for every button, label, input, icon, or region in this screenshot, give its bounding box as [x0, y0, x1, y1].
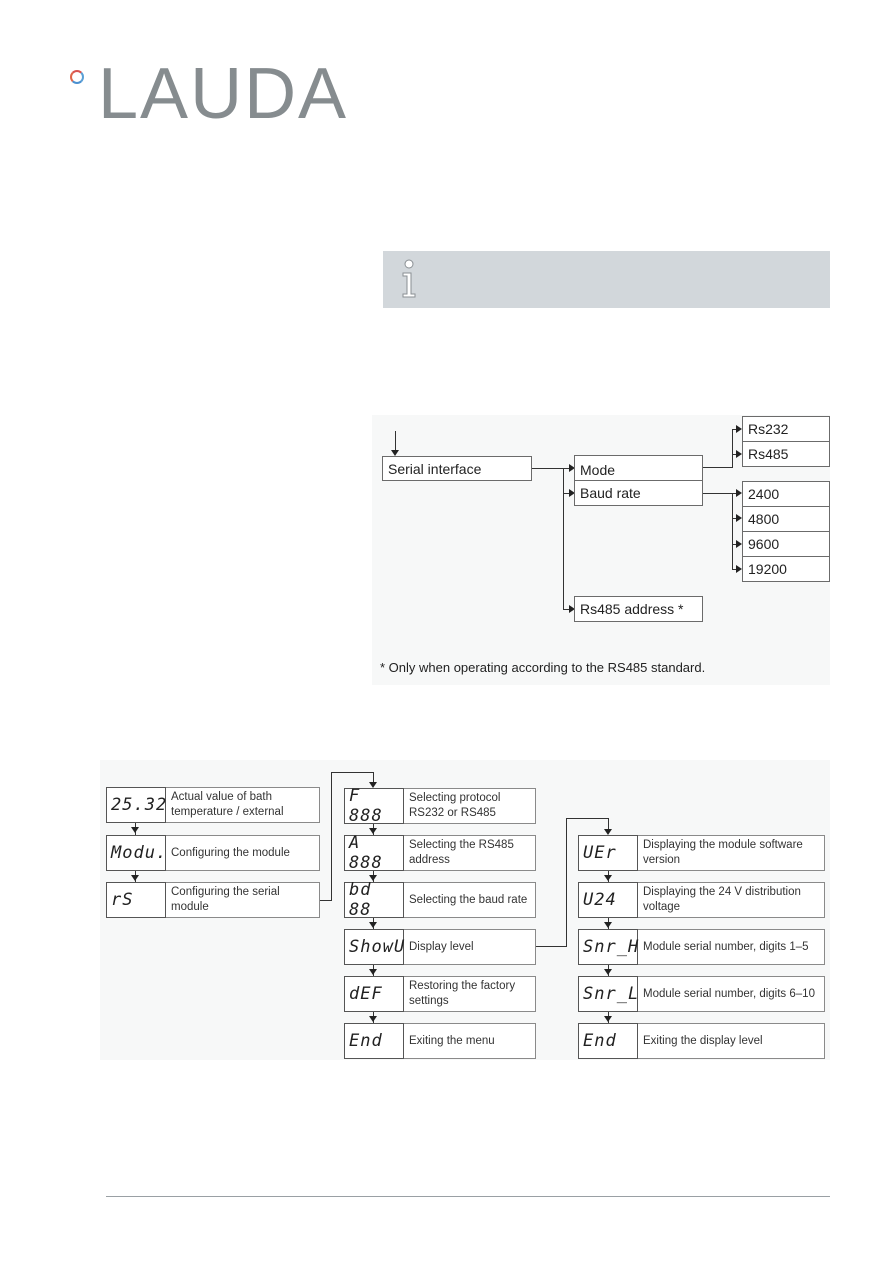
arrow-icon — [131, 875, 139, 881]
menu-row: End Exiting the menu — [344, 1023, 536, 1059]
arrow-icon — [604, 1016, 612, 1022]
logo-text: LAUDA — [98, 54, 349, 134]
segment-display: bd 88 — [344, 880, 404, 920]
segment-display: Modu. — [106, 835, 166, 871]
rs485-option: Rs485 — [742, 441, 830, 467]
connector — [331, 772, 332, 901]
menu-row-label: Configuring the serial module — [171, 886, 280, 913]
arrow-icon — [604, 922, 612, 928]
menu-row: Snr_H Module serial number, digits 1–5 — [578, 929, 825, 965]
menu-row: ShowU Display level — [344, 929, 536, 965]
menu-row: End Exiting the display level — [578, 1023, 825, 1059]
connector — [703, 467, 733, 468]
menu-row: UEr Displaying the module software versi… — [578, 835, 825, 871]
connector — [566, 818, 609, 819]
arrow-icon — [369, 1016, 377, 1022]
menu-row-label: Module serial number, digits 1–5 — [643, 940, 809, 953]
rs232-option: Rs232 — [742, 416, 830, 442]
menu-row-label: Displaying the module software version — [643, 839, 803, 866]
segment-display: F 888 — [344, 786, 404, 826]
arrow-icon — [369, 922, 377, 928]
baud-4800-option: 4800 — [742, 506, 830, 532]
connector — [732, 429, 733, 468]
segment-display: Snr_H — [578, 929, 638, 965]
connector — [703, 493, 733, 494]
baud-19200-option: 19200 — [742, 556, 830, 582]
menu-row-label: Configuring the module — [171, 846, 290, 859]
menu-row-label: Selecting the baud rate — [409, 893, 528, 906]
menu-row: U24 Displaying the 24 V distribution vol… — [578, 882, 825, 918]
arrow-icon — [369, 969, 377, 975]
menu-row: rS Configuring the serial module — [106, 882, 320, 918]
arrow-icon — [131, 827, 139, 833]
entry-line — [395, 431, 396, 451]
arrow-icon — [604, 875, 612, 881]
footnote: * Only when operating according to the R… — [380, 660, 706, 675]
rs485-address-box: Rs485 address * — [574, 596, 703, 622]
baud-rate-box: Baud rate — [574, 480, 703, 506]
segment-display: Snr_L — [578, 976, 638, 1012]
menu-row-label: Actual value of bath temperature / exter… — [171, 791, 284, 818]
info-note-box — [383, 251, 830, 308]
segment-display: rS — [106, 882, 166, 918]
menu-row-label: Displaying the 24 V distribution voltage — [643, 886, 801, 913]
menu-row-label: Exiting the display level — [643, 1034, 763, 1047]
menu-row: bd 88 Selecting the baud rate — [344, 880, 536, 920]
connector — [563, 468, 564, 610]
mode-box: Mode — [574, 455, 703, 481]
segment-display: End — [344, 1023, 404, 1059]
baud-9600-option: 9600 — [742, 531, 830, 557]
segment-display: 25.32 — [106, 787, 166, 823]
segment-display: End — [578, 1023, 638, 1059]
segment-display: ShowU — [344, 929, 404, 965]
info-icon — [402, 259, 416, 298]
footer-divider — [106, 1196, 830, 1197]
connector — [566, 818, 567, 947]
segment-display: A 888 — [344, 833, 404, 873]
segment-display: U24 — [578, 882, 638, 918]
menu-row: Modu. Configuring the module — [106, 835, 320, 871]
menu-row: dEF Restoring the factory settings — [344, 976, 536, 1012]
baud-2400-option: 2400 — [742, 481, 830, 507]
menu-row: A 888 Selecting the RS485 address — [344, 833, 536, 873]
connector — [331, 772, 374, 773]
menu-row-label: Selecting the RS485 address — [409, 839, 514, 866]
menu-row: 25.32 Actual value of bath temperature /… — [106, 787, 320, 823]
logo-ring-icon — [70, 70, 84, 84]
menu-row: F 888 Selecting protocol RS232 or RS485 — [344, 786, 536, 826]
menu-row-label: Selecting protocol RS232 or RS485 — [409, 792, 501, 819]
segment-display: UEr — [578, 835, 638, 871]
menu-row-label: Module serial number, digits 6–10 — [643, 987, 815, 1000]
connector — [732, 493, 733, 569]
arrow-icon — [604, 969, 612, 975]
menu-row-label: Restoring the factory settings — [409, 980, 516, 1007]
connector — [536, 946, 567, 947]
menu-row-label: Exiting the menu — [409, 1034, 495, 1047]
menu-row-label: Display level — [409, 940, 474, 953]
serial-interface-box: Serial interface — [382, 456, 532, 481]
menu-row: Snr_L Module serial number, digits 6–10 — [578, 976, 825, 1012]
connector — [532, 468, 564, 469]
segment-display: dEF — [344, 976, 404, 1012]
